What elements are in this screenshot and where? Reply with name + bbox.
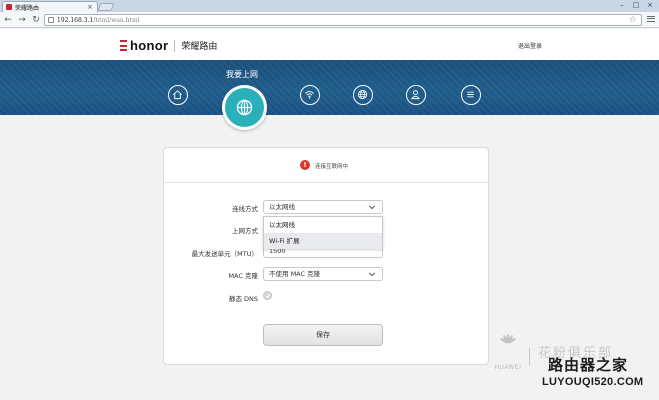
minimize-button[interactable]: – <box>615 0 629 10</box>
home-icon <box>173 90 182 100</box>
url-path: /html/wan.html <box>93 16 140 24</box>
maximize-button[interactable]: □ <box>629 0 643 10</box>
wan-settings-panel: ! 连接互联网中 连线方式 以太网线 上网方式 最大发送单元（MTU） 1500… <box>163 147 489 365</box>
nav-active-circle <box>225 88 264 127</box>
honor-favicon-icon <box>6 4 12 10</box>
brand[interactable]: honor 荣耀路由 <box>120 38 217 53</box>
bookmark-star-icon[interactable]: ☆ <box>629 15 637 26</box>
internet-mode-label: 上网方式 <box>232 227 258 235</box>
close-tab-icon[interactable]: × <box>87 3 93 11</box>
check-icon <box>265 294 271 299</box>
new-tab-button[interactable] <box>97 3 115 11</box>
window-controls: – □ × <box>615 0 657 10</box>
huawei-watermark-text: HUAWEI <box>494 365 522 371</box>
nav-home[interactable] <box>168 85 188 105</box>
connection-mode-label: 连线方式 <box>232 205 258 213</box>
network-globe-icon <box>357 89 368 100</box>
static-dns-label: 静态 DNS <box>228 295 258 303</box>
status-row: ! 连接互联网中 <box>164 148 488 183</box>
nav-user[interactable] <box>406 85 426 105</box>
dropdown-option-wifi-extend[interactable]: Wi-Fi 扩展 <box>264 233 382 249</box>
browser-tab[interactable]: 荣耀路由 × <box>2 1 98 12</box>
status-text: 连接互联网中 <box>315 164 349 170</box>
mac-clone-select[interactable]: 不使用 MAC 克隆 <box>263 267 383 281</box>
site-watermark-cn: 路由器之家 <box>548 356 629 374</box>
close-window-button[interactable]: × <box>643 0 657 10</box>
back-icon[interactable]: ← <box>2 14 14 26</box>
globe-icon <box>236 99 253 116</box>
connection-mode-dropdown: 以太网线 Wi-Fi 扩展 <box>263 216 383 249</box>
browser-toolbar: ← → ↻ 192.168.3.1/html/wan.html ☆ <box>0 12 659 28</box>
brand-divider <box>174 39 176 52</box>
huawei-watermark: HUAWEI <box>488 334 528 376</box>
nav-band: 我要上网 <box>0 60 659 115</box>
chevron-down-icon <box>368 205 376 210</box>
site-watermark-url: LUYOUQI520.COM <box>542 376 644 388</box>
browser-menu-icon[interactable] <box>646 14 656 24</box>
nav-menu[interactable] <box>461 85 481 105</box>
dropdown-option-ethernet[interactable]: 以太网线 <box>264 217 382 233</box>
page-header: honor 荣耀路由 退出登录 <box>0 29 659 60</box>
nav-network[interactable] <box>353 85 373 105</box>
address-url: 192.168.3.1/html/wan.html <box>57 17 140 24</box>
warning-icon: ! <box>300 160 310 170</box>
huawei-logo-icon <box>500 334 516 344</box>
connection-mode-value: 以太网线 <box>269 203 295 211</box>
nav-internet-active[interactable] <box>222 85 267 130</box>
static-dns-toggle[interactable] <box>263 291 272 300</box>
browser-tab-title: 荣耀路由 <box>15 4 40 12</box>
connection-mode-select[interactable]: 以太网线 <box>263 200 383 214</box>
forward-icon[interactable]: → <box>16 14 28 26</box>
chevron-down-icon <box>368 272 376 277</box>
url-host: 192.168.3.1 <box>57 16 94 24</box>
reload-icon[interactable]: ↻ <box>30 14 42 26</box>
nav-title: 我要上网 <box>226 70 258 79</box>
brand-logo: honor <box>130 38 169 53</box>
nav-wifi[interactable] <box>300 85 320 105</box>
browser-tab-bar: 荣耀路由 × – □ × <box>0 0 659 12</box>
menu-icon <box>467 91 474 98</box>
watermark-divider <box>529 348 530 366</box>
mac-clone-label: MAC 克隆 <box>228 272 258 280</box>
address-bar[interactable]: 192.168.3.1/html/wan.html ☆ <box>44 14 642 26</box>
mac-clone-value: 不使用 MAC 克隆 <box>269 270 321 278</box>
brand-name: 荣耀路由 <box>181 42 218 52</box>
honor-mark-icon <box>120 40 127 51</box>
wifi-icon <box>305 91 314 99</box>
save-button[interactable]: 保存 <box>263 324 383 346</box>
page-icon <box>48 17 54 23</box>
user-icon <box>410 90 421 100</box>
logout-link[interactable]: 退出登录 <box>518 41 542 50</box>
mtu-label: 最大发送单元（MTU） <box>191 250 258 258</box>
